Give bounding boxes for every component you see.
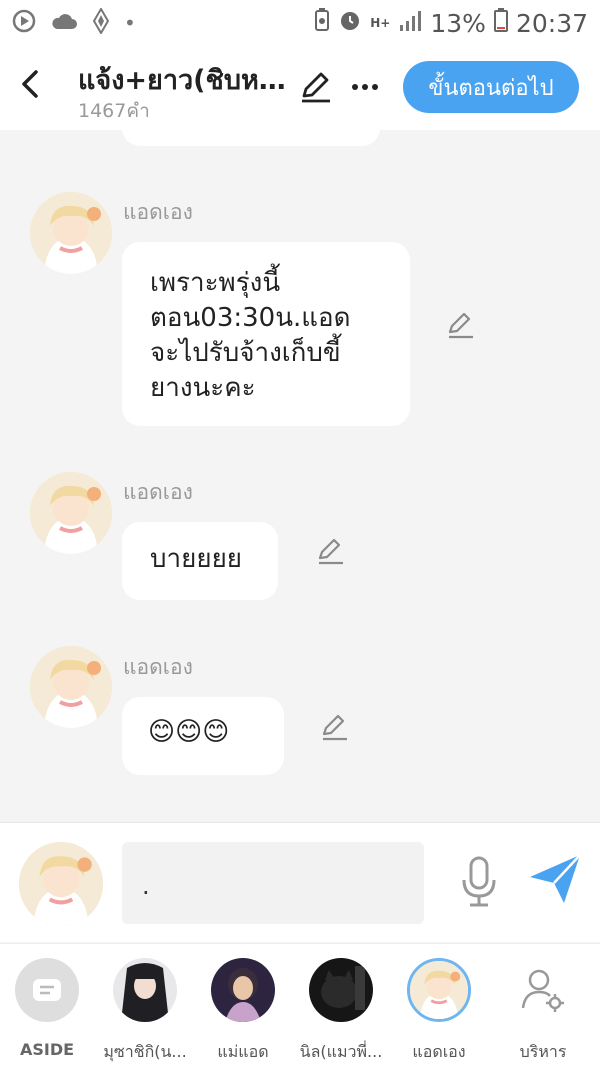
battery-saver-icon: [314, 8, 330, 38]
character-musashiki[interactable]: มุซาชิกิ(น...: [96, 958, 194, 1065]
avatar[interactable]: [30, 646, 112, 728]
chat-area[interactable]: แอดเอง เพราะพรุ่งนี้ ตอน03:30น.แอด จะไปร…: [0, 130, 600, 822]
message-bubble[interactable]: เพราะพรุ่งนี้ ตอน03:30น.แอด จะไปรับจ้างเ…: [122, 242, 410, 426]
alarm-icon: [338, 8, 362, 38]
aside-icon: [15, 958, 79, 1022]
edit-message-button[interactable]: [316, 536, 346, 566]
message-bubble[interactable]: 😊😊😊: [122, 697, 284, 775]
sender-name: แอดเอง: [123, 480, 193, 504]
message-line: ตอน03:30น.แอด: [150, 303, 351, 333]
edit-title-button[interactable]: [298, 70, 334, 104]
sender-name: แอดเอง: [123, 200, 193, 224]
word-count: 1467คำ: [78, 100, 150, 122]
message-composer: .: [0, 822, 600, 942]
voice-input-button[interactable]: [460, 856, 498, 908]
nav-label: แอดเอง: [412, 1042, 466, 1061]
send-button[interactable]: [528, 853, 582, 905]
speaker-avatar[interactable]: [19, 842, 103, 926]
chevron-left-icon: [22, 70, 38, 98]
dot-icon: •: [124, 11, 136, 35]
character-bar: ASIDE มุซาชิกิ(น... แม่แอด นิล(แมวพี่...…: [0, 943, 600, 1067]
nav-label: แม่แอด: [217, 1042, 269, 1061]
microphone-icon: [462, 856, 496, 907]
message-bubble-previous[interactable]: [122, 130, 380, 146]
manage-user-icon: [511, 958, 575, 1022]
aside-button[interactable]: ASIDE: [0, 958, 96, 1059]
message-line: บายยยย: [150, 544, 243, 574]
battery-icon: [493, 8, 508, 38]
edit-message-button[interactable]: [320, 712, 350, 742]
character-avatar: [309, 958, 373, 1022]
character-mae-ad[interactable]: แม่แอด: [194, 958, 292, 1065]
sender-name: แอดเอง: [123, 655, 193, 679]
manage-characters-button[interactable]: บริหาร: [494, 958, 592, 1065]
edit-message-button[interactable]: [446, 310, 476, 340]
pencil-icon: [322, 714, 347, 741]
avatar-illustration: [30, 472, 112, 554]
nav-label: ASIDE: [19, 1040, 75, 1059]
character-avatar-selected: [407, 958, 471, 1022]
send-icon: [530, 854, 581, 903]
next-step-button[interactable]: ขั้นตอนต่อไป: [403, 61, 579, 113]
cloud-icon: [50, 11, 78, 35]
pencil-icon: [302, 72, 330, 103]
avatar-illustration: [30, 646, 112, 728]
diamond-icon: [92, 7, 110, 38]
character-avatar: [113, 958, 177, 1022]
character-avatar: [211, 958, 275, 1022]
page-title: แจ้ง+ยาว(ชิบห...: [78, 65, 288, 96]
nav-label: นิล(แมวพี่...: [299, 1042, 383, 1061]
clock: 20:37: [515, 8, 588, 38]
app-header: แจ้ง+ยาว(ชิบห... 1467คำ ขั้นตอนต่อไป: [0, 46, 600, 130]
signal-icon: [398, 9, 422, 38]
pencil-icon: [448, 312, 473, 339]
battery-percent: 13%: [430, 8, 486, 38]
pencil-icon: [318, 538, 343, 565]
message-line: จะไปรับจ้างเก็บขี้: [150, 338, 341, 368]
message-bubble[interactable]: บายยยย: [122, 522, 278, 600]
message-input[interactable]: .: [122, 842, 424, 924]
message-line: ยางนะคะ: [150, 373, 256, 403]
character-ad-eng[interactable]: แอดเอง: [390, 958, 488, 1065]
avatar-illustration: [30, 192, 112, 274]
more-options-button[interactable]: [350, 72, 380, 102]
status-bar: • H+ 13% 20:37: [0, 0, 600, 46]
avatar-illustration: [19, 842, 103, 926]
network-type: H+: [370, 16, 391, 30]
character-nil[interactable]: นิล(แมวพี่...: [292, 958, 390, 1065]
message-line: เพราะพรุ่งนี้: [150, 268, 281, 298]
nav-label: บริหาร: [519, 1042, 567, 1061]
avatar[interactable]: [30, 472, 112, 554]
more-dots-icon: [352, 84, 378, 90]
nav-label: มุซาชิกิ(น...: [103, 1042, 187, 1061]
message-line: 😊😊😊: [148, 717, 230, 747]
app-play-icon: [12, 9, 36, 37]
back-button[interactable]: [16, 64, 46, 104]
avatar[interactable]: [30, 192, 112, 274]
